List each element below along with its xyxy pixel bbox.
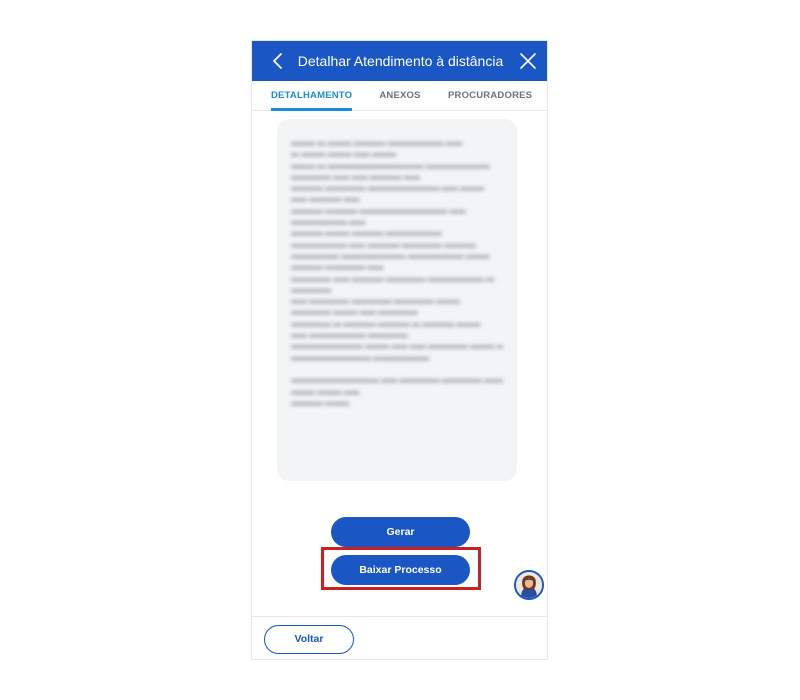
- blurred-document-text: ▬▬▬ ▬ ▬▬▬ ▬▬▬▬ ▬▬▬▬▬▬▬ ▬▬ ▬ ▬▬▬ ▬▬▬ ▬▬ ▬…: [291, 138, 503, 407]
- tab-procuradores[interactable]: PROCURADORES: [448, 81, 532, 110]
- chevron-left-icon[interactable]: [269, 52, 287, 70]
- close-icon[interactable]: [519, 52, 537, 70]
- highlight-annotation-box: [321, 547, 481, 590]
- assistant-avatar-icon[interactable]: [514, 570, 544, 600]
- page-title: Detalhar Atendimento à distância: [297, 53, 504, 69]
- tab-anexos[interactable]: ANEXOS: [370, 81, 430, 110]
- gerar-button[interactable]: Gerar: [331, 517, 470, 547]
- document-preview: ▬▬▬ ▬ ▬▬▬ ▬▬▬▬ ▬▬▬▬▬▬▬ ▬▬ ▬ ▬▬▬ ▬▬▬ ▬▬ ▬…: [277, 119, 517, 481]
- app-header: Detalhar Atendimento à distância: [252, 41, 547, 81]
- tab-detalhamento[interactable]: DETALHAMENTO: [271, 81, 352, 110]
- active-tab-indicator: [271, 108, 352, 111]
- tab-bar: DETALHAMENTO ANEXOS PROCURADORES: [252, 81, 547, 111]
- voltar-button[interactable]: Voltar: [264, 625, 354, 654]
- footer-bar: Voltar: [252, 616, 547, 659]
- person-icon: [516, 572, 542, 598]
